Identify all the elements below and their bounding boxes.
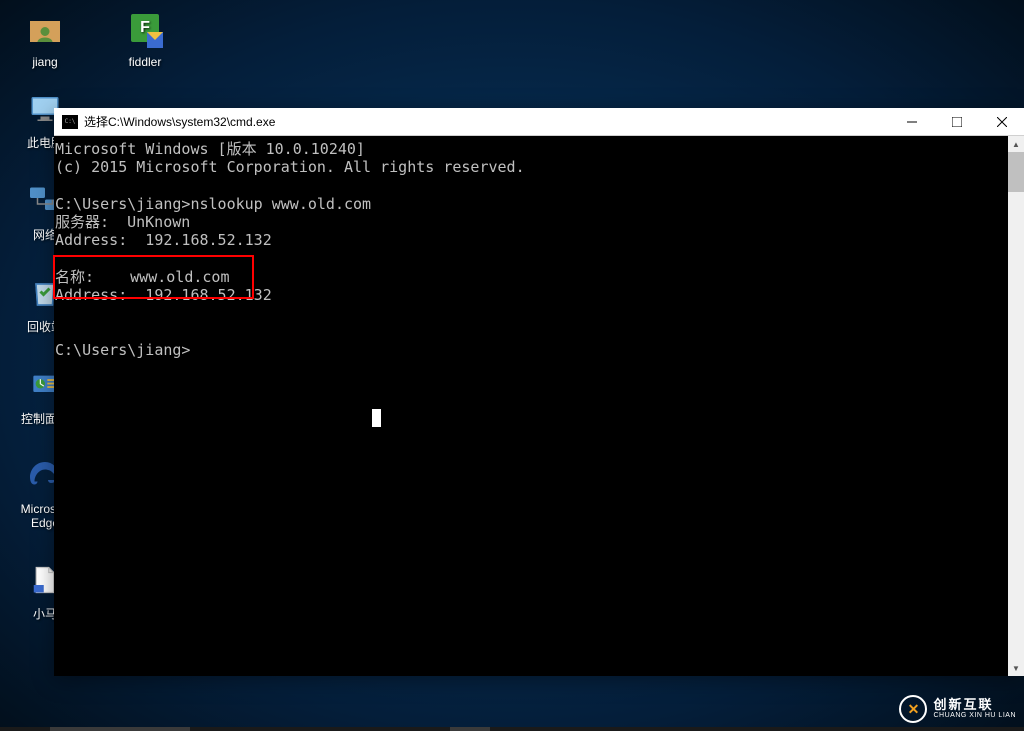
vertical-scrollbar[interactable]: ▲ ▼ <box>1008 136 1024 676</box>
terminal-line: Address: 192.168.52.132 <box>55 231 272 249</box>
watermark: ✕ 创新互联 CHUANG XIN HU LIAN <box>899 695 1016 723</box>
close-button[interactable] <box>979 108 1024 136</box>
titlebar[interactable]: 选择C:\Windows\system32\cmd.exe <box>54 108 1024 136</box>
cmd-window: 选择C:\Windows\system32\cmd.exe Microsoft … <box>54 108 1024 676</box>
selection-cursor <box>372 409 381 427</box>
window-controls <box>889 108 1024 136</box>
maximize-button[interactable] <box>934 108 979 136</box>
taskbar-item[interactable] <box>50 727 190 731</box>
scroll-down-arrow[interactable]: ▼ <box>1008 660 1024 676</box>
terminal-line: Microsoft Windows [版本 10.0.10240] <box>55 140 365 158</box>
taskbar[interactable] <box>0 727 1024 731</box>
scroll-up-arrow[interactable]: ▲ <box>1008 136 1024 152</box>
icon-label: jiang <box>32 55 57 69</box>
icon-label: fiddler <box>129 55 162 69</box>
window-title: 选择C:\Windows\system32\cmd.exe <box>84 113 889 130</box>
terminal-line: Address: 192.168.52.132 <box>55 286 272 304</box>
terminal-line: 名称: www.old.com <box>55 268 230 286</box>
terminal-prompt: C:\Users\jiang> <box>55 341 190 359</box>
fiddler-app-icon[interactable]: F fiddler <box>115 10 175 69</box>
user-icon <box>25 10 65 50</box>
scrollbar-thumb[interactable] <box>1008 152 1024 192</box>
minimize-button[interactable] <box>889 108 934 136</box>
watermark-en: CHUANG XIN HU LIAN <box>933 712 1016 720</box>
cmd-icon <box>62 115 78 129</box>
watermark-cn: 创新互联 <box>933 698 1016 712</box>
terminal-line: C:\Users\jiang>nslookup www.old.com <box>55 195 371 213</box>
taskbar-item[interactable] <box>450 727 490 731</box>
watermark-text: 创新互联 CHUANG XIN HU LIAN <box>933 698 1016 720</box>
fiddler-icon: F <box>125 10 165 50</box>
user-folder-icon[interactable]: jiang <box>15 10 75 69</box>
terminal-body[interactable]: Microsoft Windows [版本 10.0.10240] (c) 20… <box>54 136 1024 676</box>
terminal-line: 服务器: UnKnown <box>55 213 190 231</box>
watermark-logo-icon: ✕ <box>899 695 927 723</box>
terminal-line: (c) 2015 Microsoft Corporation. All righ… <box>55 158 525 176</box>
